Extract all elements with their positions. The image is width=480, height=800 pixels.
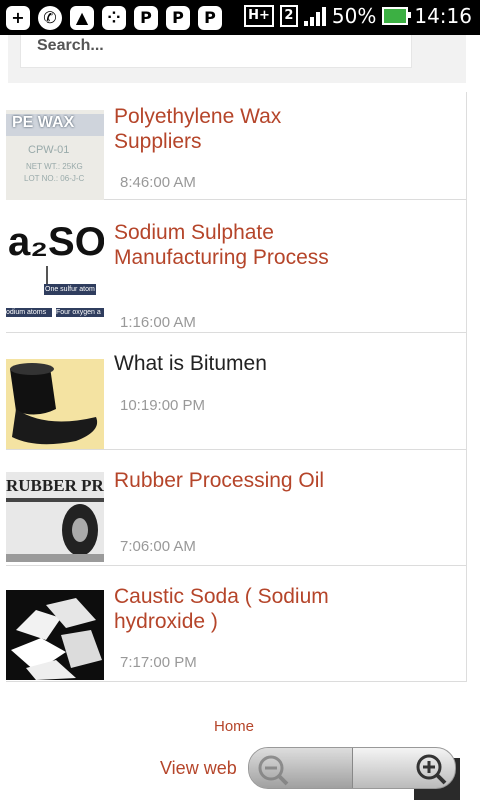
post-list: PE WAX CPW-01 NET WT.: 25KG LOT NO.: 06-… [6, 92, 467, 682]
pinterest-icon: P [166, 6, 190, 30]
pinterest-icon: P [134, 6, 158, 30]
bbm-icon: ⁘ [102, 6, 126, 30]
tire-image [6, 498, 104, 562]
list-item[interactable]: What is Bitumen 10:19:00 PM [6, 333, 466, 450]
post-title[interactable]: Rubber Processing Oil [114, 468, 344, 493]
post-title[interactable]: Polyethylene Wax Suppliers [114, 104, 344, 154]
thumb-line: odium atoms [6, 308, 52, 317]
thumb-label: a₂SO [8, 220, 104, 264]
thumb-line: Four oxygen a [56, 308, 104, 317]
sim-indicator: 2 [279, 5, 298, 27]
post-thumbnail[interactable]: a₂SO One sulfur atom odium atoms Four ox… [6, 218, 104, 318]
signal-icon [303, 6, 326, 26]
thumb-line: LOT NO.: 06-J-C [24, 174, 85, 183]
post-thumbnail[interactable]: RUBBER PRO [6, 472, 104, 562]
search-placeholder: Search... [37, 37, 104, 54]
thumb-label: PE WAX [12, 114, 75, 131]
caustic-soda-image [6, 590, 104, 680]
clock: 14:16 [414, 4, 472, 28]
post-time: 1:16:00 AM [120, 314, 196, 331]
home-link[interactable]: Home [214, 718, 254, 735]
zoom-out-button[interactable] [249, 748, 352, 788]
status-bar: + ✆ ▲ ⁘ P P P H+ 2 50% 14:16 [0, 0, 480, 35]
post-thumbnail[interactable] [6, 590, 104, 680]
thumb-line: NET WT.: 25KG [26, 162, 83, 171]
post-title[interactable]: Caustic Soda ( Sodium hydroxide ) [114, 584, 354, 634]
post-thumbnail[interactable] [6, 359, 104, 449]
view-web-link[interactable]: View web [160, 758, 237, 779]
zoom-control [248, 747, 456, 789]
post-title[interactable]: Sodium Sulphate Manufacturing Process [114, 220, 344, 270]
thumb-line: CPW-01 [28, 144, 70, 156]
pinterest-icon: P [198, 6, 222, 30]
zoom-in-button[interactable] [352, 748, 455, 788]
post-title[interactable]: What is Bitumen [114, 351, 344, 376]
post-time: 10:19:00 PM [120, 397, 206, 414]
post-thumbnail[interactable]: PE WAX CPW-01 NET WT.: 25KG LOT NO.: 06-… [6, 110, 104, 200]
list-item[interactable]: a₂SO One sulfur atom odium atoms Four ox… [6, 200, 466, 333]
battery-icon [382, 7, 412, 25]
zoom-out-icon [258, 755, 289, 786]
battery-percent: 50% [331, 4, 377, 28]
list-item[interactable]: Caustic Soda ( Sodium hydroxide ) 7:17:0… [6, 566, 466, 682]
gallery-icon: ▲ [70, 6, 94, 30]
list-item[interactable]: RUBBER PRO Rubber Processing Oil 7:06:00… [6, 450, 466, 566]
thumb-line: One sulfur atom [44, 284, 96, 295]
search-input[interactable]: Search... [20, 35, 412, 68]
plus-icon: + [6, 6, 30, 30]
post-time: 8:46:00 AM [120, 174, 196, 191]
post-time: 7:06:00 AM [120, 538, 196, 555]
zoom-in-icon [416, 754, 447, 785]
whatsapp-icon: ✆ [38, 6, 62, 30]
search-bar: Search... [8, 35, 466, 83]
bitumen-image [6, 359, 104, 449]
list-item[interactable]: PE WAX CPW-01 NET WT.: 25KG LOT NO.: 06-… [6, 92, 466, 200]
network-type: H+ [244, 5, 274, 27]
post-time: 7:17:00 PM [120, 654, 197, 671]
